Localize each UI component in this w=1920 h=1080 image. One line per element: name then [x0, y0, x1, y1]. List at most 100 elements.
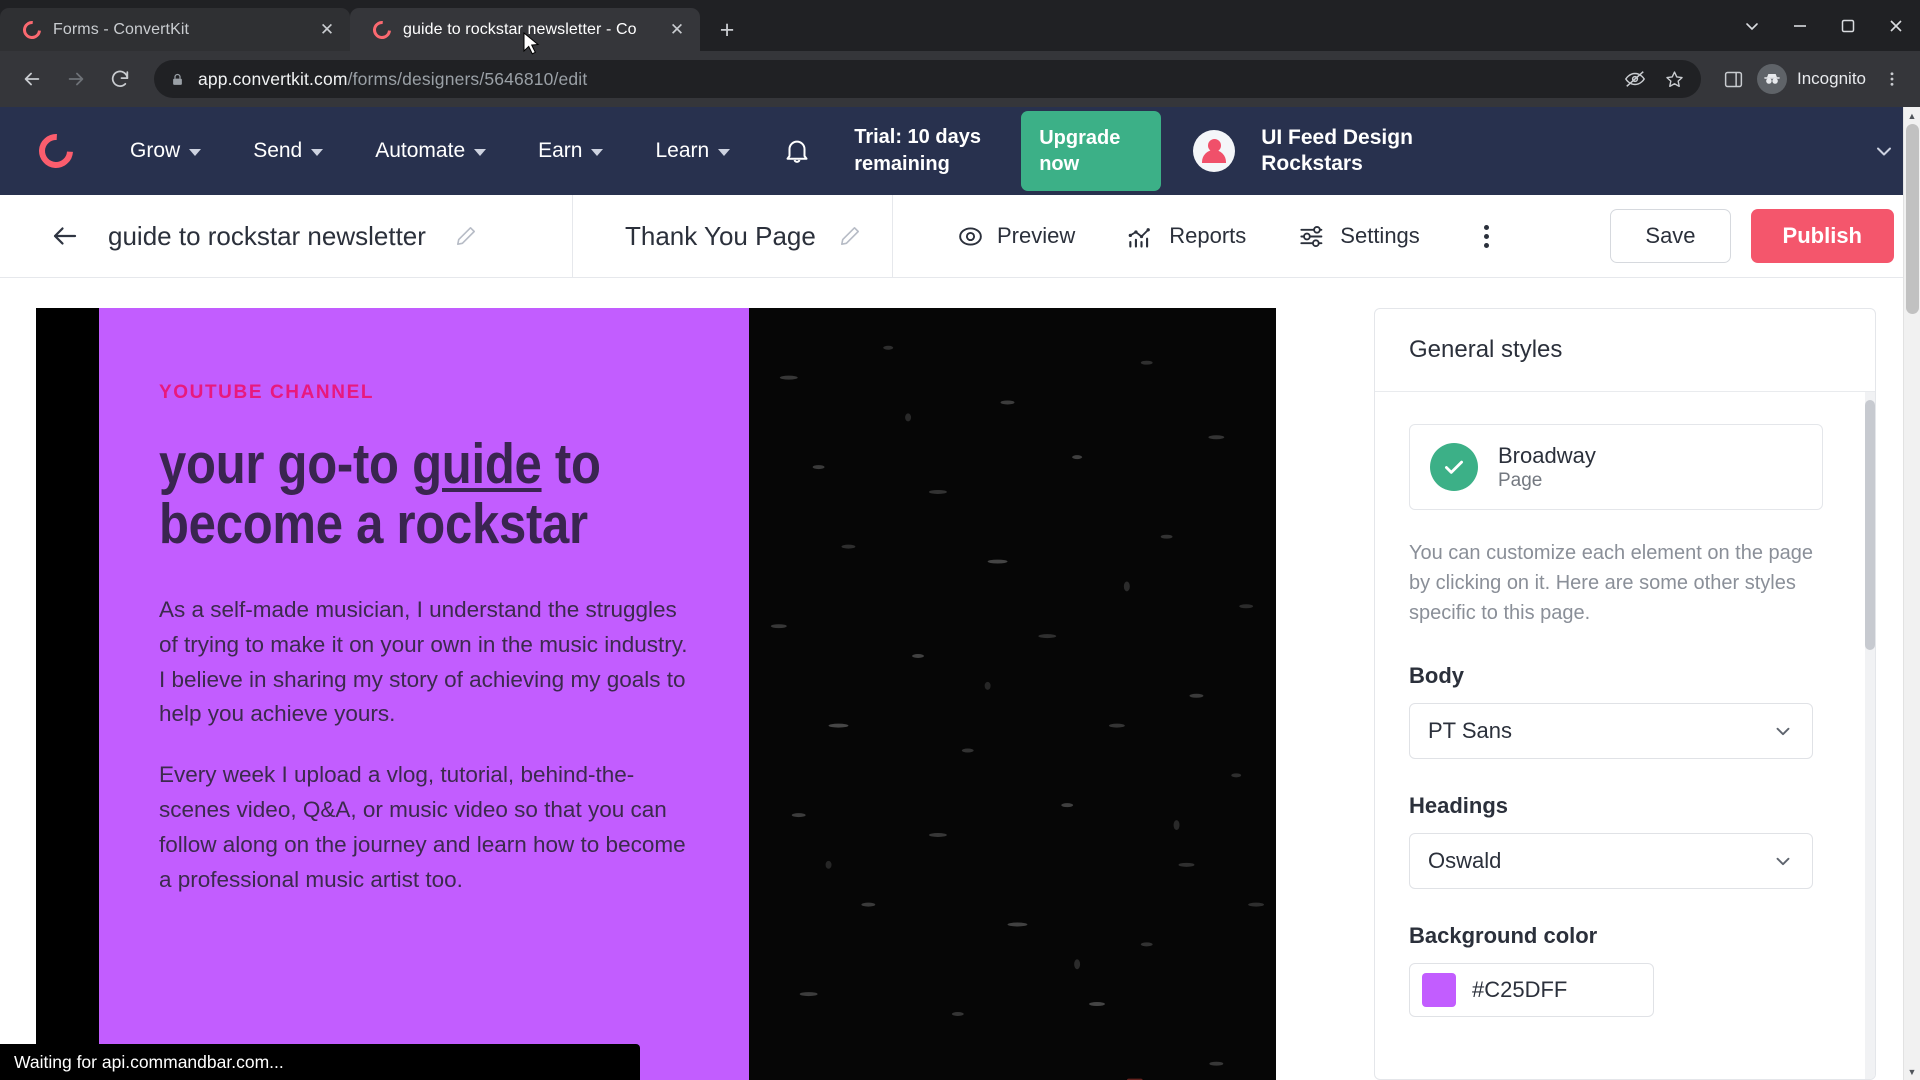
eye-icon [957, 223, 984, 250]
reports-button[interactable]: Reports [1127, 223, 1246, 250]
tab-search-icon[interactable] [1728, 0, 1776, 51]
close-icon[interactable] [1872, 0, 1920, 51]
nav-item-grow[interactable]: Grow [130, 139, 202, 163]
maximize-icon[interactable] [1824, 0, 1872, 51]
publish-button[interactable]: Publish [1750, 209, 1894, 263]
url-domain: app.convertkit.com [198, 68, 348, 89]
background-color-value[interactable]: #C25DFF [1472, 977, 1567, 1003]
tab-label: Thank You Page [625, 220, 816, 251]
editor-content: YOUTUBE CHANNEL your go-to guide to beco… [0, 107, 1920, 1080]
nav-label: Send [253, 139, 303, 162]
body-font-value: PT Sans [1428, 717, 1512, 743]
nav-label: Grow [130, 139, 181, 162]
nav-item-automate[interactable]: Automate [375, 139, 487, 163]
style-preset-row[interactable]: Broadway Page [1409, 424, 1823, 510]
canvas-black-strip [36, 308, 99, 1080]
mouse-cursor [522, 31, 542, 63]
chart-icon [1127, 223, 1156, 250]
background-color-field[interactable]: #C25DFF [1409, 962, 1654, 1017]
nav-label: Automate [375, 139, 466, 162]
chevron-down-icon [591, 149, 604, 156]
forward-arrow-icon[interactable] [54, 57, 98, 101]
reload-icon[interactable] [98, 57, 142, 101]
form-canvas[interactable]: YOUTUBE CHANNEL your go-to guide to beco… [36, 308, 1276, 1080]
canvas-text-block[interactable]: YOUTUBE CHANNEL your go-to guide to beco… [99, 308, 749, 1080]
app-navbar: Grow Send Automate Earn Learn Trial: 10 … [0, 107, 1920, 195]
side-panel-icon[interactable] [1711, 57, 1755, 101]
new-tab-button[interactable]: + [710, 13, 744, 47]
trial-status: Trial: 10 days remaining [854, 126, 981, 175]
color-swatch[interactable] [1422, 972, 1456, 1007]
user-avatar-icon[interactable] [1193, 130, 1236, 172]
pencil-icon[interactable] [838, 224, 862, 248]
minimize-icon[interactable] [1776, 0, 1824, 51]
page-title: guide to rockstar newsletter [108, 220, 426, 251]
pencil-icon[interactable] [454, 224, 478, 248]
sliders-icon [1298, 223, 1327, 250]
canvas-crowd-image[interactable] [749, 308, 1276, 1080]
page-scrollbar-thumb[interactable] [1906, 124, 1919, 314]
convertkit-logo-icon [19, 16, 45, 43]
settings-button[interactable]: Settings [1298, 223, 1420, 250]
browser-toolbar: app.convertkit.com/forms/designers/56468… [0, 51, 1920, 107]
address-bar-url: app.convertkit.com/forms/designers/56468… [198, 69, 587, 90]
body-paragraph[interactable]: Every week I upload a vlog, tutorial, be… [159, 758, 689, 898]
canvas-left-column: YOUTUBE CHANNEL your go-to guide to beco… [36, 308, 749, 1080]
field-label-body: Body [1409, 662, 1464, 688]
nav-label: Earn [538, 139, 583, 162]
window-controls [1728, 0, 1920, 51]
field-label-background-color: Background color [1409, 922, 1598, 948]
close-icon[interactable]: ✕ [664, 17, 690, 43]
chevron-down-icon [1772, 850, 1794, 872]
chevron-down-icon [1772, 720, 1794, 742]
close-icon[interactable]: ✕ [314, 17, 340, 43]
headline-underlined: guide [412, 432, 542, 496]
bell-icon[interactable] [782, 136, 812, 166]
body-font-select[interactable]: PT Sans [1409, 702, 1813, 759]
incognito-label: Incognito [1797, 69, 1866, 88]
crowd-photo [749, 308, 1276, 1080]
tool-label: Reports [1169, 223, 1247, 248]
address-bar[interactable]: app.convertkit.com/forms/designers/56468… [154, 60, 1701, 98]
convertkit-logo-icon [369, 16, 395, 43]
headings-font-select[interactable]: Oswald [1409, 832, 1813, 889]
kebab-menu-icon[interactable] [1874, 57, 1910, 101]
eye-slash-icon[interactable] [1624, 68, 1646, 90]
account-name[interactable]: UI Feed Design Rockstars [1261, 125, 1436, 178]
save-button[interactable]: Save [1610, 209, 1731, 263]
back-arrow-icon[interactable] [10, 57, 54, 101]
chevron-down-icon [718, 149, 731, 156]
vertical-dots-icon[interactable] [1472, 224, 1502, 248]
browser-tab-1[interactable]: Forms - ConvertKit ✕ [0, 8, 350, 51]
upgrade-now-button[interactable]: Upgrade now [1021, 111, 1162, 191]
lock-icon [168, 70, 186, 88]
tab-strip: Forms - ConvertKit ✕ guide to rockstar n… [0, 0, 1920, 51]
nav-item-earn[interactable]: Earn [538, 139, 604, 163]
eyebrow-text[interactable]: YOUTUBE CHANNEL [159, 382, 689, 404]
chevron-down-icon [474, 149, 487, 156]
nav-item-learn[interactable]: Learn [655, 139, 731, 163]
browser-window: Forms - ConvertKit ✕ guide to rockstar n… [0, 0, 1920, 1080]
preview-button[interactable]: Preview [957, 223, 1075, 250]
panel-scrollbar-thumb[interactable] [1865, 400, 1875, 650]
panel-helper-text: You can customize each element on the pa… [1409, 541, 1813, 625]
url-path: /forms/designers/5646810/edit [347, 68, 588, 89]
incognito-indicator[interactable]: Incognito [1755, 64, 1874, 94]
nav-item-send[interactable]: Send [253, 139, 324, 163]
chevron-down-icon [311, 149, 324, 156]
field-label-headings: Headings [1409, 792, 1509, 818]
star-icon[interactable] [1664, 69, 1685, 90]
nav-label: Learn [655, 139, 710, 162]
chevron-down-icon[interactable] [1872, 139, 1896, 163]
editor-toolbar: guide to rockstar newsletter Thank You P… [0, 195, 1920, 278]
headline-text[interactable]: your go-to guide to become a rockstar [159, 434, 615, 555]
body-paragraph[interactable]: As a self-made musician, I understand th… [159, 593, 689, 733]
page-scrollbar[interactable]: ▲ ▼ [1903, 107, 1920, 1080]
check-circle-icon [1430, 442, 1478, 491]
convertkit-logo-icon[interactable] [31, 126, 81, 176]
tool-label: Preview [997, 223, 1076, 248]
back-arrow-icon[interactable] [50, 221, 80, 251]
web-page: Grow Send Automate Earn Learn Trial: 10 … [0, 107, 1920, 1080]
scroll-down-arrow-icon[interactable]: ▼ [1904, 1063, 1920, 1080]
tab-thank-you-page[interactable]: Thank You Page [573, 195, 893, 277]
